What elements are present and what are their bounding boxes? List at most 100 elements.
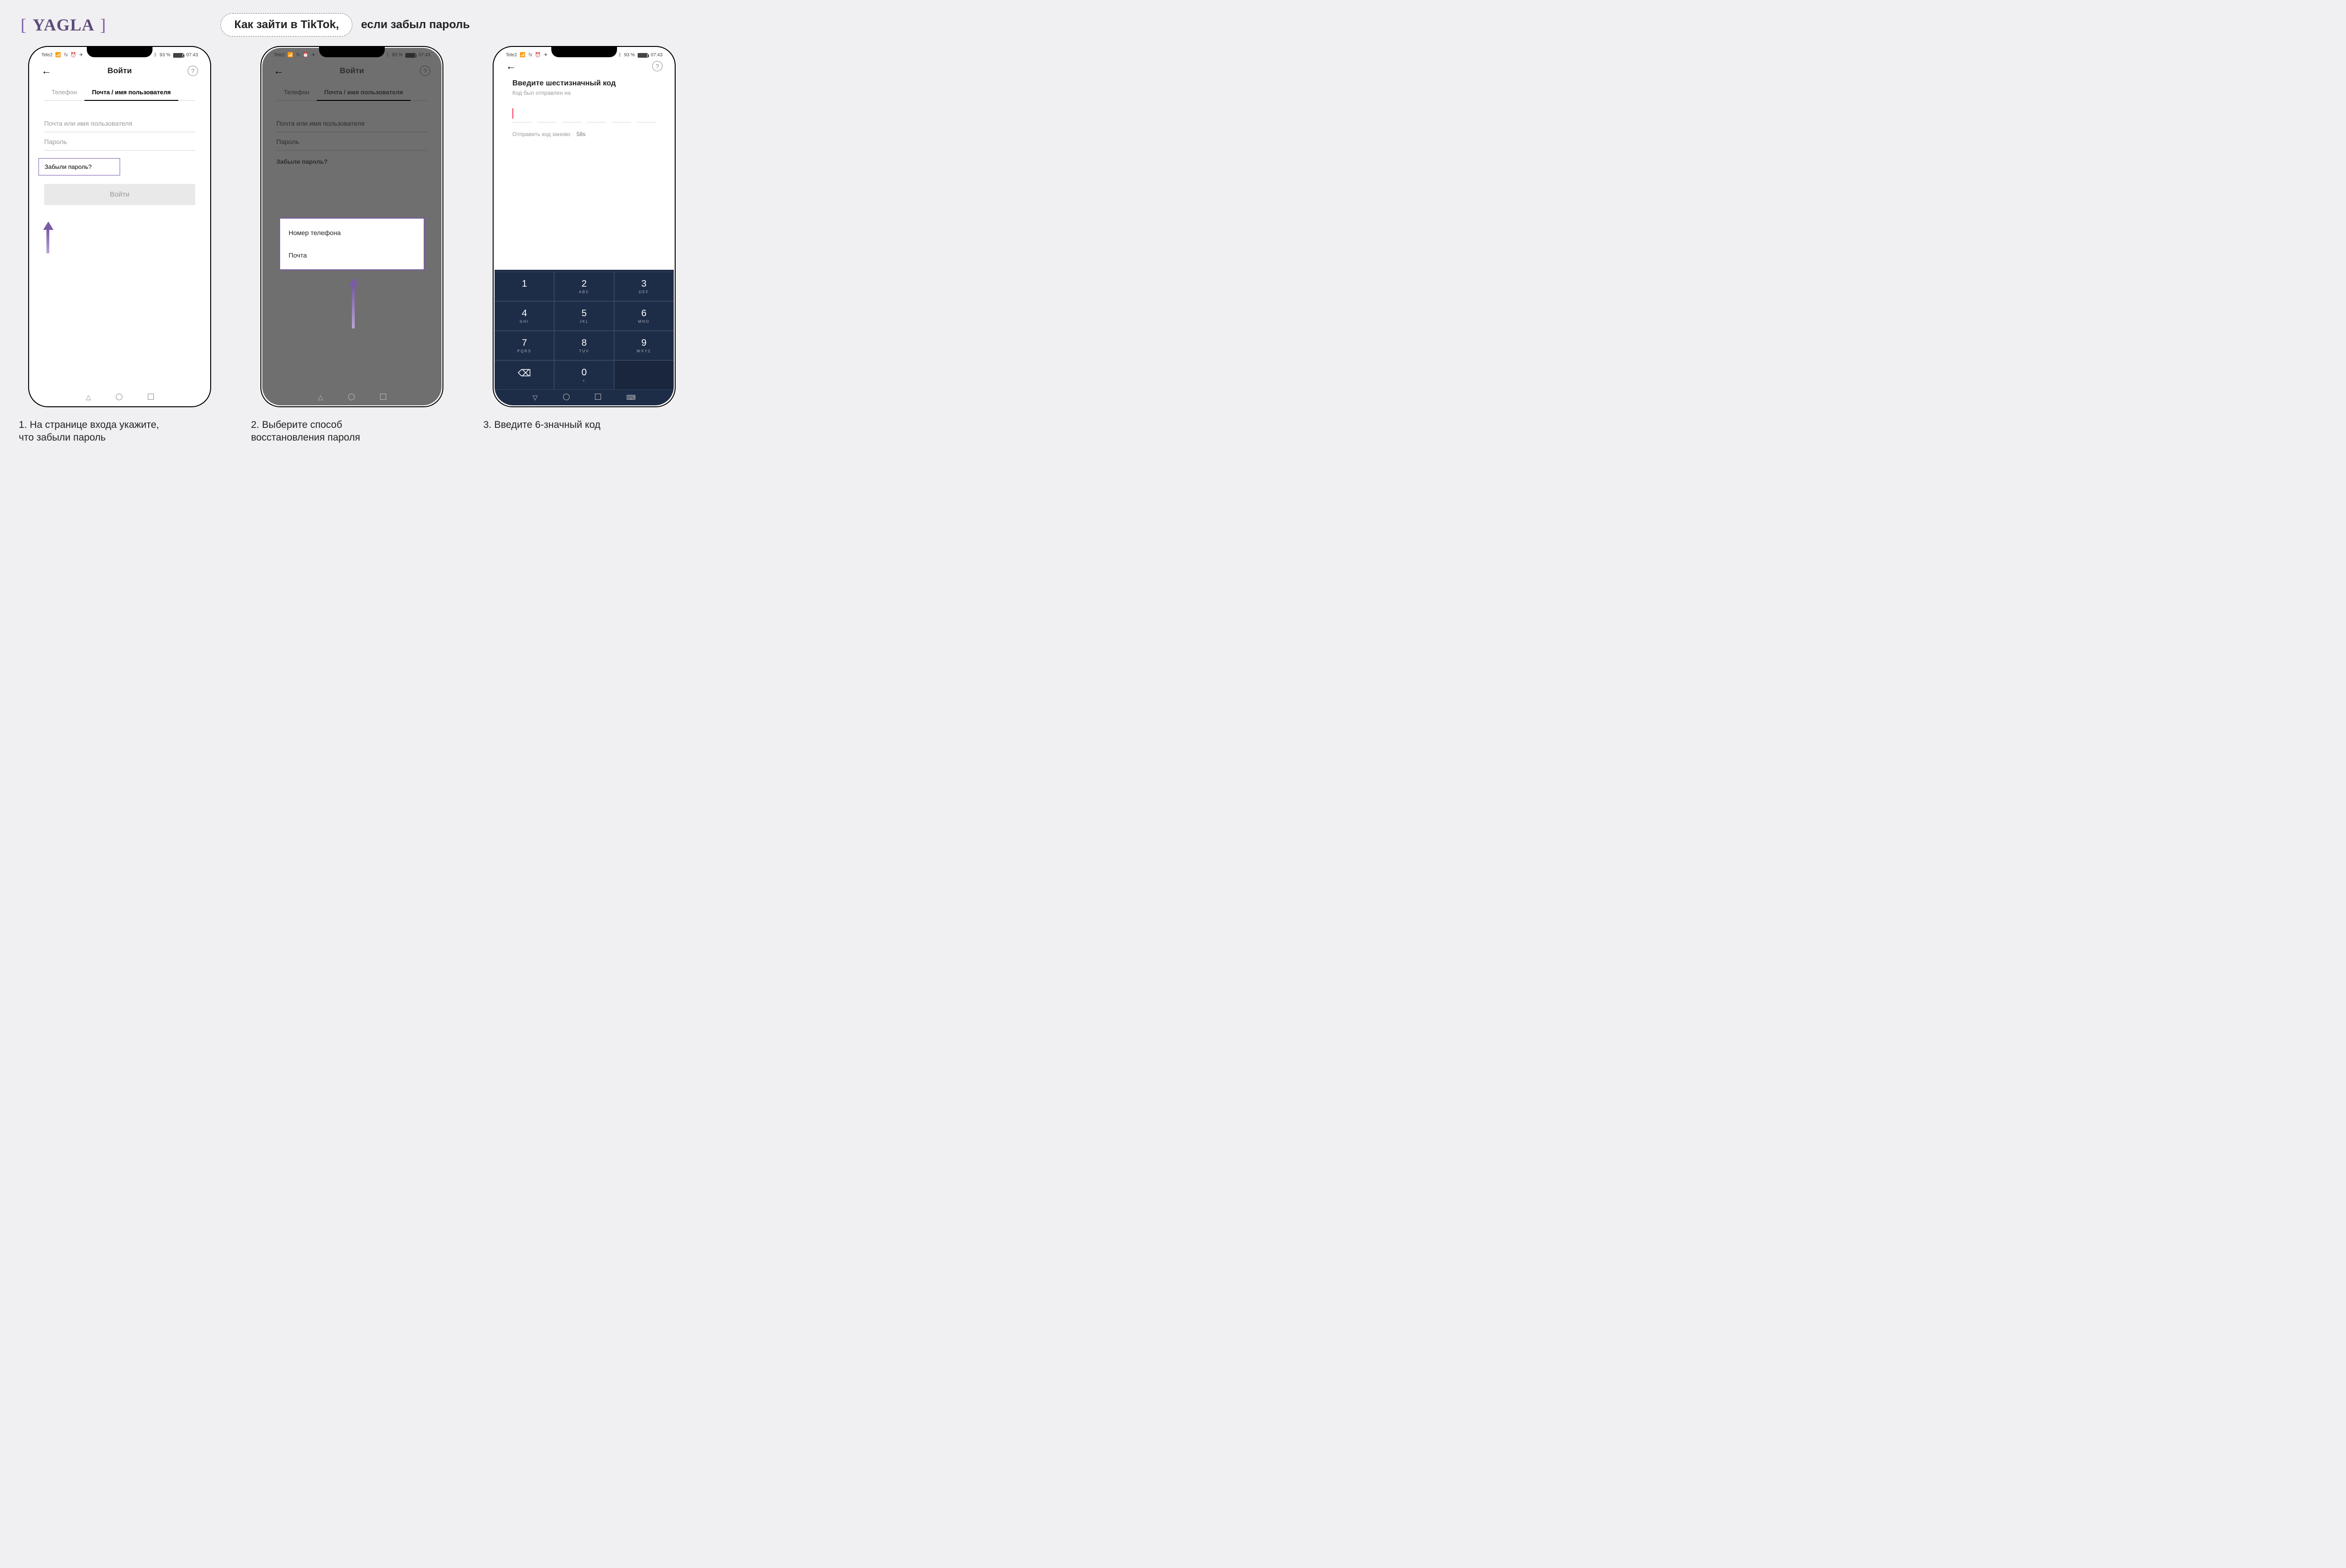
android-nav-bar: ▷ <box>262 394 442 402</box>
app-header: ← Войти ? <box>30 60 209 82</box>
back-icon[interactable]: ← <box>506 60 516 72</box>
recovery-option-phone[interactable]: Номер телефона <box>280 221 424 244</box>
code-digit-3[interactable] <box>562 108 581 122</box>
resend-countdown: 58s <box>577 131 586 137</box>
telegram-icon: ✈ <box>79 53 83 58</box>
numeric-keypad: 12ABC3DEF 4GHI5JKL6MNO 7PQRS8TUV9WXYZ ⌫0+ ▽… <box>495 270 674 405</box>
code-digit-6[interactable] <box>637 108 656 122</box>
carrier-label: Tele2 <box>41 53 53 58</box>
tab-email-username[interactable]: Почта / имя пользователя <box>317 85 411 100</box>
caption-2: 2. Выберите способ восстановления пароля <box>251 419 453 444</box>
phone-notch-icon <box>87 47 152 57</box>
app-header: ← ? <box>495 60 674 73</box>
top-bar: [ YAGLA ] Как зайти в TikTok, если забыл… <box>19 13 685 37</box>
password-field[interactable]: Пароль <box>276 132 427 151</box>
keyboard-icon[interactable]: ⌨ <box>626 394 636 402</box>
login-tabs: Телефон Почта / имя пользователя <box>44 82 195 101</box>
resend-row: Отправить код заново 58s <box>495 122 674 146</box>
clock-label: 07:43 <box>651 53 663 58</box>
key-8[interactable]: 8TUV <box>554 331 614 360</box>
tab-phone[interactable]: Телефон <box>276 85 317 100</box>
callout-arrow-icon <box>43 221 53 253</box>
telegram-icon: ✈ <box>312 53 315 58</box>
bluetooth-icon: ᛒ <box>618 53 621 58</box>
back-icon[interactable]: ← <box>274 65 284 77</box>
app-header: ← Войти ? <box>262 60 442 82</box>
email-field[interactable]: Почта или имя пользователя <box>276 114 427 132</box>
code-digit-5[interactable] <box>612 108 631 122</box>
recovery-method-popup: Номер телефона Почта <box>279 218 425 270</box>
login-button[interactable]: Войти <box>44 184 195 205</box>
tab-email-username[interactable]: Почта / имя пользователя <box>84 85 178 100</box>
key-blank <box>614 360 674 390</box>
forgot-password-link[interactable]: Забыли пароль? <box>276 158 427 165</box>
nav-back-icon[interactable]: ▽ <box>533 394 538 402</box>
password-field[interactable]: Пароль <box>44 132 195 151</box>
phone-step-2: Tele2 📶 ℕ ⏰ ✈ ᛒ 93 % 07:43 <box>260 46 443 407</box>
alarm-icon: ⏰ <box>303 53 308 58</box>
phone-notch-icon <box>551 47 617 57</box>
code-digit-1[interactable] <box>512 108 532 122</box>
logo-right-bracket-icon: ] <box>98 15 108 34</box>
battery-icon <box>405 53 416 58</box>
phone-step-3: Tele2 📶 ℕ ⏰ ✈ ᛒ 93 % 07:43 <box>493 46 676 407</box>
key-7[interactable]: 7PQRS <box>495 331 554 360</box>
nav-home-icon[interactable] <box>116 394 122 400</box>
key-backspace[interactable]: ⌫ <box>495 360 554 390</box>
header-title: Войти <box>107 66 132 76</box>
key-4[interactable]: 4GHI <box>495 301 554 331</box>
key-5[interactable]: 5JKL <box>554 301 614 331</box>
nav-back-icon[interactable]: ▷ <box>84 395 92 400</box>
code-subtitle: Код был отправлен на <box>495 88 674 96</box>
logo-left-bracket-icon: [ <box>19 15 29 34</box>
nav-recent-icon[interactable] <box>148 394 154 400</box>
android-nav-bar: ▷ <box>30 394 209 402</box>
help-icon[interactable]: ? <box>188 66 198 76</box>
carrier-label: Tele2 <box>506 53 517 58</box>
email-field[interactable]: Почта или имя пользователя <box>44 114 195 132</box>
nfc-icon: ℕ <box>528 53 532 58</box>
clock-label: 07:43 <box>419 53 430 58</box>
logo-text: YAGLA <box>33 15 94 34</box>
key-6[interactable]: 6MNO <box>614 301 674 331</box>
bluetooth-icon: ᛒ <box>386 53 389 58</box>
telegram-icon: ✈ <box>544 53 548 58</box>
code-title: Введите шестизначный код <box>495 73 674 88</box>
code-digit-2[interactable] <box>537 108 556 122</box>
caption-1: 1. На странице входа укажите, что забыли… <box>19 419 221 444</box>
nav-recent-icon[interactable] <box>380 394 386 400</box>
phone-notch-icon <box>319 47 385 57</box>
nfc-icon: ℕ <box>64 53 68 58</box>
alarm-icon: ⏰ <box>535 53 541 58</box>
callout-arrow-icon <box>349 278 358 328</box>
battery-percent: 93 % <box>392 53 403 58</box>
nav-recent-icon[interactable] <box>595 394 601 400</box>
key-0[interactable]: 0+ <box>554 360 614 390</box>
highlight-box-icon: Забыли пароль? <box>38 158 120 175</box>
nav-home-icon[interactable] <box>348 394 355 400</box>
phone-step-1: Tele2 📶 ℕ ⏰ ✈ ᛒ 93 % 07:43 <box>28 46 211 407</box>
battery-percent: 93 % <box>160 53 170 58</box>
resend-label[interactable]: Отправить код заново <box>512 131 570 137</box>
key-2[interactable]: 2ABC <box>554 272 614 301</box>
key-1[interactable]: 1 <box>495 272 554 301</box>
title-pill: Как зайти в TikTok, <box>221 13 352 37</box>
code-input[interactable] <box>495 96 674 122</box>
key-9[interactable]: 9WXYZ <box>614 331 674 360</box>
android-nav-bar: ▽ ⌨ <box>495 390 674 405</box>
yagla-logo: [ YAGLA ] <box>19 15 108 35</box>
back-icon[interactable]: ← <box>41 65 52 77</box>
forgot-password-link[interactable]: Забыли пароль? <box>44 158 195 175</box>
nav-back-icon[interactable]: ▷ <box>316 395 324 400</box>
carrier-label: Tele2 <box>274 53 285 58</box>
help-icon[interactable]: ? <box>420 66 430 76</box>
nfc-icon: ℕ <box>296 53 300 58</box>
code-digit-4[interactable] <box>587 108 606 122</box>
help-icon[interactable]: ? <box>652 61 663 71</box>
key-3[interactable]: 3DEF <box>614 272 674 301</box>
nav-home-icon[interactable] <box>563 394 570 400</box>
tab-phone[interactable]: Телефон <box>44 85 84 100</box>
article-title: Как зайти в TikTok, если забыл пароль <box>221 13 470 37</box>
caption-3: 3. Введите 6-значный код <box>483 419 685 444</box>
recovery-option-email[interactable]: Почта <box>280 244 424 266</box>
